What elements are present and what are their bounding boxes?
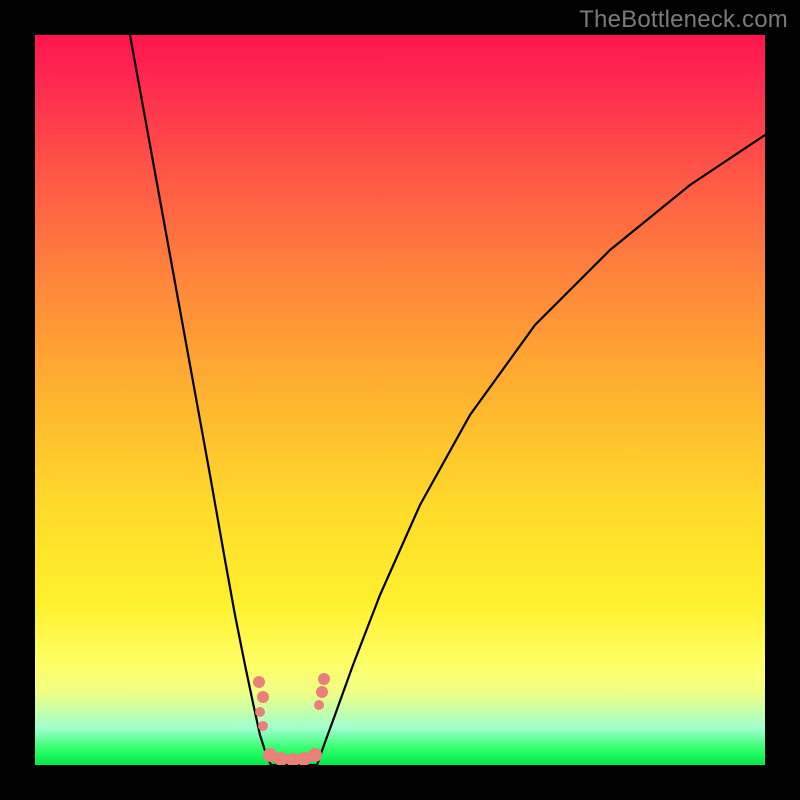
chart-frame: TheBottleneck.com <box>0 0 800 800</box>
data-marker <box>257 691 269 703</box>
marker-group <box>253 673 330 765</box>
curve-right-branch <box>317 135 765 765</box>
data-marker <box>253 676 265 688</box>
curve-left-branch <box>130 35 271 765</box>
data-marker <box>314 700 324 710</box>
data-marker <box>308 748 322 762</box>
data-marker <box>258 721 268 731</box>
data-marker <box>318 673 330 685</box>
data-marker <box>316 686 328 698</box>
plot-area <box>35 35 765 765</box>
data-marker <box>255 707 265 717</box>
curve-canvas <box>35 35 765 765</box>
watermark-text: TheBottleneck.com <box>579 6 788 34</box>
